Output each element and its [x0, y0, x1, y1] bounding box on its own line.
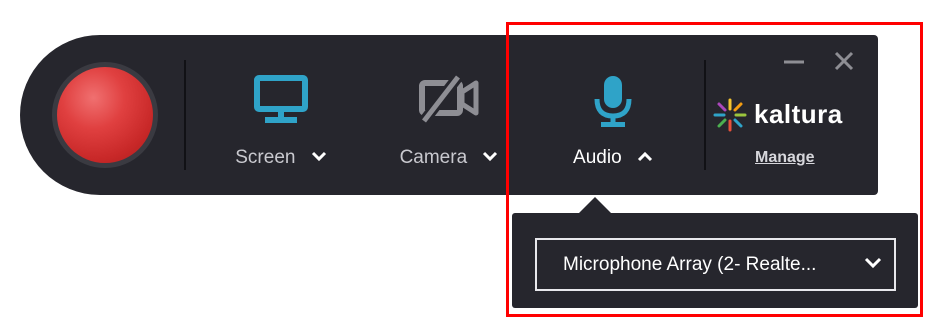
microphone-select[interactable]: Microphone Array (2- Realte...: [535, 238, 896, 291]
close-icon[interactable]: [830, 47, 858, 75]
chevron-down-icon[interactable]: [482, 151, 498, 162]
brand-name: kaltura: [754, 99, 843, 129]
kaltura-logo-icon: [713, 98, 747, 132]
audio-device-panel: Microphone Array (2- Realte...: [512, 213, 918, 308]
toolbar-divider: [184, 60, 186, 170]
chevron-down-icon[interactable]: [311, 151, 327, 162]
recorder-stage: Screen Camera Audio kaltura Manage Micro…: [0, 0, 927, 326]
camera-source-button[interactable]: Camera: [374, 75, 524, 175]
camera-off-icon: [419, 75, 479, 125]
minimize-icon[interactable]: [780, 47, 808, 75]
camera-label: Camera: [399, 147, 468, 168]
screen-source-button[interactable]: Screen: [216, 75, 346, 175]
record-button[interactable]: [57, 67, 153, 163]
screen-label: Screen: [235, 147, 296, 168]
chevron-down-icon: [864, 257, 882, 269]
manage-link[interactable]: Manage: [755, 149, 815, 167]
audio-source-button[interactable]: Audio: [548, 75, 678, 175]
chevron-up-icon[interactable]: [637, 151, 653, 162]
microphone-icon: [594, 76, 632, 127]
recorder-toolbar: Screen Camera Audio kaltura Manage: [20, 35, 878, 195]
monitor-icon: [254, 75, 308, 123]
microphone-select-value: Microphone Array (2- Realte...: [563, 254, 817, 275]
kaltura-logo: kaltura: [712, 97, 852, 132]
audio-label: Audio: [573, 147, 622, 168]
panel-pointer: [578, 197, 612, 214]
toolbar-divider: [704, 60, 706, 170]
